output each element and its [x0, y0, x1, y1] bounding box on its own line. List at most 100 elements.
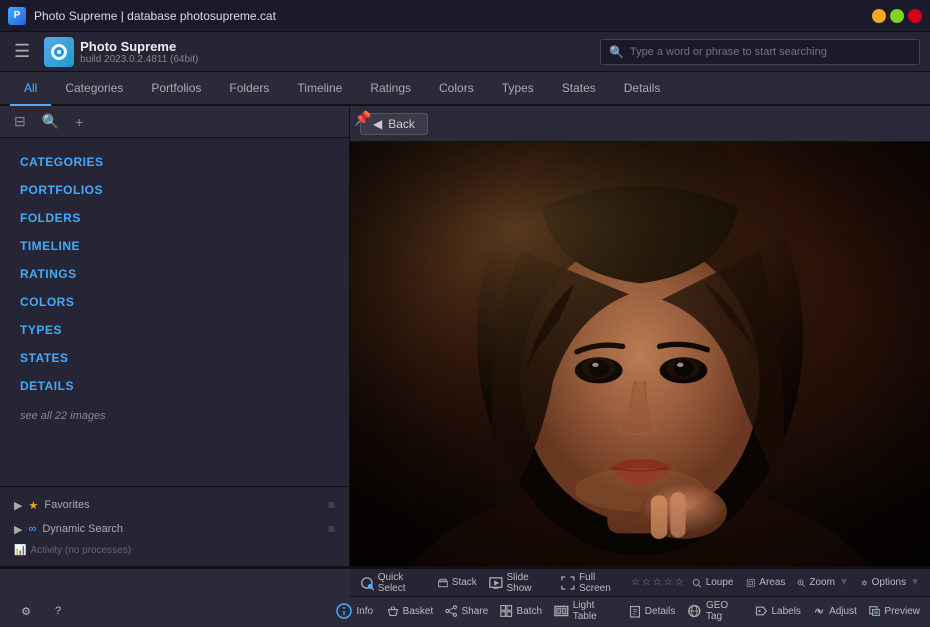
preview-label: Preview — [884, 606, 920, 617]
app-icon: P — [8, 7, 26, 25]
light-table-btn[interactable]: Light Table — [548, 597, 623, 625]
loupe-btn[interactable]: Loupe — [686, 570, 739, 596]
filter-icon[interactable]: ⊟ — [10, 111, 30, 132]
batch-btn[interactable]: Batch — [494, 597, 548, 625]
tab-types[interactable]: Types — [488, 72, 548, 106]
activity-label: Activity (no processes) — [30, 545, 131, 556]
rating-stars[interactable]: ☆☆☆☆☆ — [628, 570, 686, 596]
search-input[interactable] — [630, 46, 911, 58]
zoom-label: Zoom — [809, 577, 835, 588]
info-btn[interactable]: Info — [329, 597, 381, 625]
zoom-btn[interactable]: Zoom ▼ — [791, 570, 854, 596]
sidebar-footer-favorites[interactable]: ▶ ★ Favorites ≡ — [10, 493, 339, 517]
stack-btn[interactable]: Stack — [432, 570, 483, 596]
see-all-images[interactable]: see all 22 images — [0, 400, 349, 432]
sidebar-footer-dynamic-search[interactable]: ▶ ∞ Dynamic Search ≡ — [10, 517, 339, 541]
details-label: Details — [645, 606, 676, 617]
search-bar[interactable]: 🔍 — [600, 39, 920, 65]
sidebar-item-types[interactable]: TYPES — [0, 316, 349, 344]
preview-btn[interactable]: Preview — [863, 597, 926, 625]
adjust-btn[interactable]: Adjust — [807, 597, 863, 625]
basket-btn[interactable]: Basket — [381, 597, 440, 625]
options-btn[interactable]: Options ▼ — [855, 570, 926, 596]
quick-select-btn[interactable]: Quick Select — [354, 570, 432, 596]
slide-show-label: Slide Show — [507, 572, 550, 594]
options-dropdown-icon[interactable]: ▼ — [910, 577, 920, 588]
stack-label: Stack — [452, 577, 477, 588]
options-label: Options — [872, 577, 906, 588]
help-btn[interactable]: ? — [44, 597, 72, 625]
maximize-button[interactable] — [890, 9, 904, 23]
dynamic-search-menu-icon[interactable]: ≡ — [328, 522, 335, 536]
labels-icon — [755, 603, 767, 619]
titlebar-left: P Photo Supreme | database photosupreme.… — [8, 7, 276, 25]
close-button[interactable] — [908, 9, 922, 23]
bottom-tool-row: ⚙ ? Info Baske — [0, 595, 930, 627]
sidebar-item-categories[interactable]: CATEGORIES — [0, 148, 349, 176]
sidebar-toolbar: ⊟ 🔍 + — [0, 106, 349, 138]
tab-details[interactable]: Details — [610, 72, 675, 106]
loupe-label: Loupe — [706, 577, 734, 588]
tab-colors[interactable]: Colors — [425, 72, 488, 106]
tab-ratings[interactable]: Ratings — [356, 72, 425, 106]
sidebar-item-ratings[interactable]: RATINGS — [0, 260, 349, 288]
back-label: Back — [388, 117, 415, 131]
search-sidebar-icon[interactable]: 🔍 — [38, 111, 63, 132]
tab-timeline[interactable]: Timeline — [283, 72, 356, 106]
tab-states[interactable]: States — [548, 72, 610, 106]
sidebar-item-states[interactable]: STATES — [0, 344, 349, 372]
minimize-button[interactable] — [872, 9, 886, 23]
light-table-label: Light Table — [573, 600, 617, 622]
areas-btn[interactable]: Areas — [740, 570, 792, 596]
app-build: build 2023.0.2.4811 (64bit) — [80, 54, 198, 65]
activity-icon: 📊 — [14, 545, 26, 556]
tab-folders[interactable]: Folders — [215, 72, 283, 106]
zoom-dropdown-icon[interactable]: ▼ — [839, 577, 849, 588]
sidebar-item-portfolios[interactable]: PORTFOLIOS — [0, 176, 349, 204]
app-logo-icon — [44, 37, 74, 67]
add-icon[interactable]: + — [71, 112, 87, 132]
info-label: Info — [356, 606, 373, 617]
app-name: Photo Supreme — [80, 39, 198, 54]
details-btn[interactable]: Details — [623, 597, 682, 625]
quick-select-label: Quick Select — [378, 572, 426, 594]
share-icon — [445, 603, 457, 619]
options-icon — [861, 575, 868, 591]
slideshow-icon — [489, 575, 503, 591]
bottom-toolbar: Quick Select Stack Slide Show — [0, 567, 930, 627]
expand-icon-2: ▶ — [14, 523, 22, 536]
sidebar-item-details[interactable]: DETAILS — [0, 372, 349, 400]
details-icon — [629, 603, 641, 619]
labels-btn[interactable]: Labels — [749, 597, 807, 625]
titlebar-title: Photo Supreme | database photosupreme.ca… — [34, 9, 276, 23]
batch-icon — [500, 603, 512, 619]
tab-portfolios[interactable]: Portfolios — [137, 72, 215, 106]
menu-button[interactable]: ☰ — [10, 37, 34, 66]
batch-label: Batch — [517, 606, 543, 617]
favorites-menu-icon[interactable]: ≡ — [328, 498, 335, 512]
full-screen-btn[interactable]: Full Screen — [555, 570, 628, 596]
search-icon: 🔍 — [609, 45, 624, 59]
full-screen-label: Full Screen — [579, 572, 622, 594]
settings-btn[interactable]: ⚙ — [12, 597, 40, 625]
labels-label: Labels — [771, 606, 800, 617]
stack-icon — [438, 575, 448, 591]
geo-tag-label: GEO Tag — [706, 600, 743, 622]
share-btn[interactable]: Share — [439, 597, 494, 625]
photo-display — [350, 142, 930, 566]
dynamic-search-label-row: ▶ ∞ Dynamic Search — [14, 523, 123, 536]
info-icon — [336, 603, 352, 619]
content-area: ◀ Back — [350, 106, 930, 566]
tab-categories[interactable]: Categories — [51, 72, 137, 106]
preview-icon — [869, 603, 881, 619]
geo-tag-icon — [687, 603, 702, 619]
geo-tag-btn[interactable]: GEO Tag — [681, 597, 749, 625]
slide-show-btn[interactable]: Slide Show — [483, 570, 556, 596]
app-header: ☰ Photo Supreme build 2023.0.2.4811 (64b… — [0, 32, 930, 72]
sidebar-item-timeline[interactable]: TIMELINE — [0, 232, 349, 260]
sidebar-item-colors[interactable]: COLORS — [0, 288, 349, 316]
sidebar-item-folders[interactable]: FOLDERS — [0, 204, 349, 232]
sidebar: ⊟ 🔍 + CATEGORIES PORTFOLIOS FOLDERS TIME… — [0, 106, 350, 566]
tab-all[interactable]: All — [10, 72, 51, 106]
loupe-icon — [692, 575, 702, 591]
